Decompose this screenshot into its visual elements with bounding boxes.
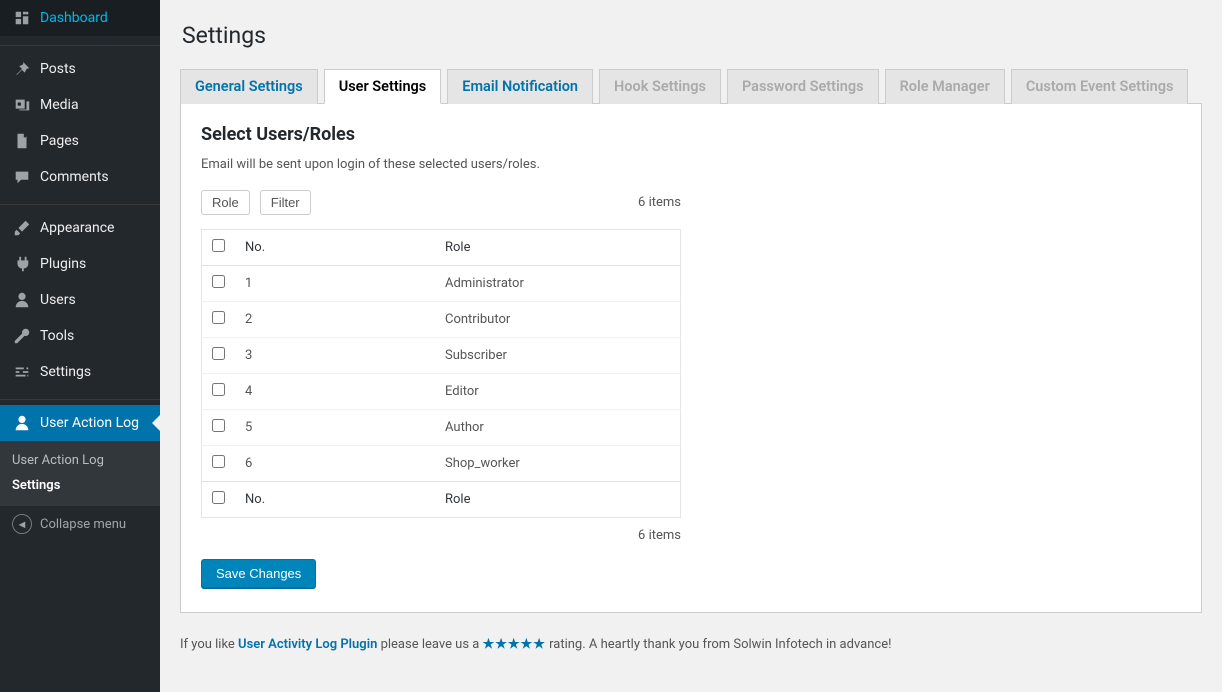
- row-checkbox[interactable]: [212, 311, 225, 324]
- row-role: Author: [435, 410, 681, 446]
- wrench-icon: [12, 326, 32, 346]
- row-checkbox[interactable]: [212, 455, 225, 468]
- sidebar-item-tools[interactable]: Tools: [0, 318, 160, 354]
- table-row: 1 Administrator: [202, 266, 681, 302]
- row-no: 3: [235, 338, 435, 374]
- row-no: 1: [235, 266, 435, 302]
- user-icon: [12, 290, 32, 310]
- content-box: Select Users/Roles Email will be sent up…: [180, 103, 1202, 613]
- tab-custom-event-settings[interactable]: Custom Event Settings: [1011, 69, 1189, 104]
- table-row: 2 Contributor: [202, 302, 681, 338]
- sidebar-item-pages[interactable]: Pages: [0, 123, 160, 159]
- table-row: 3 Subscriber: [202, 338, 681, 374]
- collapse-menu[interactable]: ◄ Collapse menu: [0, 506, 160, 542]
- column-header-role[interactable]: Role: [435, 230, 681, 266]
- page-title: Settings: [182, 22, 1202, 49]
- row-checkbox[interactable]: [212, 383, 225, 396]
- user-icon: [12, 413, 32, 433]
- plug-icon: [12, 254, 32, 274]
- section-title: Select Users/Roles: [201, 124, 1181, 145]
- footer-prefix: If you like: [180, 637, 238, 652]
- tab-general-settings[interactable]: General Settings: [180, 69, 318, 104]
- sidebar-item-dashboard[interactable]: Dashboard: [0, 0, 160, 36]
- sidebar-item-label: User Action Log: [40, 414, 139, 432]
- save-changes-button[interactable]: Save Changes: [201, 559, 316, 588]
- tabs: General Settings User Settings Email Not…: [180, 69, 1202, 104]
- sidebar-item-comments[interactable]: Comments: [0, 159, 160, 195]
- menu-separator: [0, 200, 160, 205]
- select-all-checkbox-top[interactable]: [212, 239, 225, 252]
- brush-icon: [12, 218, 32, 238]
- sidebar-item-user-action-log[interactable]: User Action Log: [0, 405, 160, 441]
- sidebar-item-posts[interactable]: Posts: [0, 51, 160, 87]
- filter-row: Role Filter 6 items: [201, 190, 1181, 215]
- sidebar-item-settings[interactable]: Settings: [0, 354, 160, 390]
- table-row: 4 Editor: [202, 374, 681, 410]
- row-checkbox[interactable]: [212, 275, 225, 288]
- sidebar-item-plugins[interactable]: Plugins: [0, 246, 160, 282]
- sidebar-item-appearance[interactable]: Appearance: [0, 210, 160, 246]
- menu-separator: [0, 395, 160, 400]
- items-count-bottom: 6 items: [201, 528, 681, 543]
- dashboard-icon: [12, 8, 32, 28]
- tab-email-notification[interactable]: Email Notification: [447, 69, 593, 104]
- sidebar-item-media[interactable]: Media: [0, 87, 160, 123]
- row-checkbox[interactable]: [212, 419, 225, 432]
- row-no: 5: [235, 410, 435, 446]
- sidebar-item-label: Pages: [40, 132, 79, 150]
- row-role: Subscriber: [435, 338, 681, 374]
- sidebar-item-label: Posts: [40, 60, 76, 78]
- plugin-link[interactable]: User Activity Log Plugin: [238, 637, 377, 652]
- collapse-label: Collapse menu: [40, 517, 126, 532]
- admin-sidebar: Dashboard Posts Media Pages Comments App…: [0, 0, 160, 692]
- sidebar-item-label: Tools: [40, 327, 74, 345]
- sidebar-item-label: Plugins: [40, 255, 86, 273]
- column-footer-role[interactable]: Role: [435, 482, 681, 518]
- role-button[interactable]: Role: [201, 190, 250, 215]
- tab-user-settings[interactable]: User Settings: [324, 69, 442, 104]
- rating-stars-link[interactable]: ★★★★★: [483, 637, 546, 652]
- menu-separator: [0, 41, 160, 46]
- footer-mid: please leave us a: [377, 637, 482, 652]
- tab-role-manager[interactable]: Role Manager: [885, 69, 1005, 104]
- select-all-checkbox-bottom[interactable]: [212, 491, 225, 504]
- sidebar-item-label: Settings: [40, 363, 91, 381]
- row-role: Contributor: [435, 302, 681, 338]
- media-icon: [12, 95, 32, 115]
- sidebar-item-label: Media: [40, 96, 79, 114]
- row-role: Shop_worker: [435, 446, 681, 482]
- submenu-item-settings[interactable]: Settings: [0, 473, 160, 498]
- row-role: Editor: [435, 374, 681, 410]
- submenu: User Action Log Settings: [0, 441, 160, 506]
- table-row: 5 Author: [202, 410, 681, 446]
- main-content: Settings General Settings User Settings …: [160, 0, 1222, 692]
- row-checkbox[interactable]: [212, 347, 225, 360]
- sidebar-item-label: Dashboard: [40, 9, 108, 27]
- sidebar-item-users[interactable]: Users: [0, 282, 160, 318]
- filter-button[interactable]: Filter: [260, 190, 311, 215]
- comment-icon: [12, 167, 32, 187]
- row-no: 6: [235, 446, 435, 482]
- collapse-icon: ◄: [12, 514, 32, 534]
- footer-note: If you like User Activity Log Plugin ple…: [180, 637, 1202, 652]
- row-no: 2: [235, 302, 435, 338]
- pin-icon: [12, 59, 32, 79]
- page-icon: [12, 131, 32, 151]
- section-description: Email will be sent upon login of these s…: [201, 157, 1181, 172]
- sliders-icon: [12, 362, 32, 382]
- tab-password-settings[interactable]: Password Settings: [727, 69, 879, 104]
- sidebar-item-label: Users: [40, 291, 76, 309]
- row-role: Administrator: [435, 266, 681, 302]
- column-footer-no[interactable]: No.: [235, 482, 435, 518]
- footer-suffix: rating. A heartly thank you from Solwin …: [546, 637, 892, 652]
- tab-hook-settings[interactable]: Hook Settings: [599, 69, 721, 104]
- submenu-item-log[interactable]: User Action Log: [0, 448, 160, 473]
- items-count-top: 6 items: [638, 195, 681, 210]
- row-no: 4: [235, 374, 435, 410]
- table-row: 6 Shop_worker: [202, 446, 681, 482]
- column-header-no[interactable]: No.: [235, 230, 435, 266]
- sidebar-item-label: Comments: [40, 168, 109, 186]
- roles-table: No. Role 1 Administrator 2 Contributor: [201, 229, 681, 518]
- sidebar-item-label: Appearance: [40, 219, 114, 237]
